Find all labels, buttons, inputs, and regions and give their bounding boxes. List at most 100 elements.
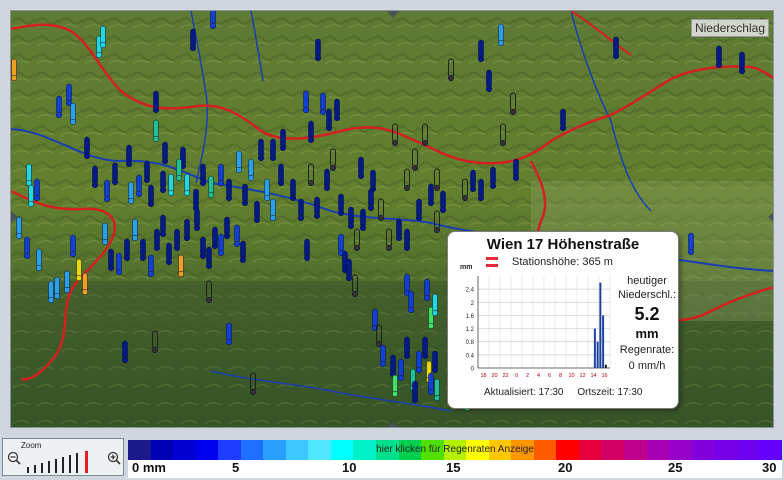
marker-body[interactable] bbox=[193, 188, 199, 208]
station-marker[interactable] bbox=[427, 183, 435, 207]
station-marker[interactable] bbox=[177, 254, 185, 278]
station-marker[interactable] bbox=[403, 228, 411, 252]
marker-body[interactable] bbox=[184, 173, 190, 193]
marker-tip[interactable] bbox=[297, 214, 305, 222]
marker-tip[interactable] bbox=[241, 199, 249, 207]
marker-tip[interactable] bbox=[497, 39, 505, 47]
marker-body[interactable] bbox=[270, 138, 276, 158]
station-marker[interactable] bbox=[279, 128, 287, 152]
marker-tip[interactable] bbox=[427, 199, 435, 207]
marker-tip[interactable] bbox=[257, 154, 265, 162]
marker-body[interactable] bbox=[168, 173, 174, 193]
marker-tip[interactable] bbox=[377, 214, 385, 222]
marker-tip[interactable] bbox=[249, 388, 257, 396]
marker-body[interactable] bbox=[148, 254, 154, 274]
marker-body[interactable] bbox=[242, 183, 248, 203]
marker-tip[interactable] bbox=[333, 114, 341, 122]
marker-tip[interactable] bbox=[439, 206, 447, 214]
station-marker[interactable] bbox=[371, 308, 379, 332]
marker-body[interactable] bbox=[478, 39, 484, 59]
marker-body[interactable] bbox=[36, 248, 42, 268]
marker-tip[interactable] bbox=[111, 178, 119, 186]
marker-tip[interactable] bbox=[431, 309, 439, 317]
marker-tip[interactable] bbox=[347, 222, 355, 230]
station-marker[interactable] bbox=[69, 102, 77, 126]
marker-tip[interactable] bbox=[313, 212, 321, 220]
marker-tip[interactable] bbox=[121, 356, 129, 364]
marker-tip[interactable] bbox=[143, 176, 151, 184]
station-marker[interactable] bbox=[35, 248, 43, 272]
marker-tip[interactable] bbox=[151, 346, 159, 354]
marker-tip[interactable] bbox=[125, 160, 133, 168]
marker-tip[interactable] bbox=[239, 256, 247, 264]
marker-tip[interactable] bbox=[325, 124, 333, 132]
station-marker[interactable] bbox=[233, 224, 241, 248]
marker-body[interactable] bbox=[153, 119, 159, 139]
marker-tip[interactable] bbox=[99, 41, 107, 49]
marker-tip[interactable] bbox=[461, 194, 469, 202]
station-marker[interactable] bbox=[439, 190, 447, 214]
marker-body[interactable] bbox=[314, 196, 320, 216]
marker-tip[interactable] bbox=[33, 194, 41, 202]
marker-body[interactable] bbox=[396, 218, 402, 238]
marker-body[interactable] bbox=[422, 336, 428, 356]
marker-body[interactable] bbox=[334, 98, 340, 118]
station-marker[interactable] bbox=[223, 216, 231, 240]
marker-body[interactable] bbox=[34, 178, 40, 198]
marker-tip[interactable] bbox=[433, 184, 441, 192]
marker-tip[interactable] bbox=[91, 181, 99, 189]
marker-body[interactable] bbox=[416, 350, 422, 370]
marker-body[interactable] bbox=[124, 238, 130, 258]
station-marker[interactable] bbox=[512, 158, 520, 182]
marker-tip[interactable] bbox=[69, 250, 77, 258]
zoom-in-icon[interactable] bbox=[107, 451, 121, 465]
station-marker[interactable] bbox=[209, 11, 217, 30]
marker-tip[interactable] bbox=[427, 388, 435, 396]
station-marker[interactable] bbox=[99, 25, 107, 49]
marker-body[interactable] bbox=[108, 248, 114, 268]
marker-body[interactable] bbox=[613, 36, 619, 56]
marker-body[interactable] bbox=[70, 234, 76, 254]
station-marker[interactable] bbox=[65, 83, 73, 107]
marker-tip[interactable] bbox=[421, 139, 429, 147]
marker-tip[interactable] bbox=[159, 230, 167, 238]
marker-body[interactable] bbox=[716, 45, 722, 65]
station-marker[interactable] bbox=[131, 218, 139, 242]
marker-tip[interactable] bbox=[193, 224, 201, 232]
station-marker[interactable] bbox=[33, 178, 41, 202]
marker-body[interactable] bbox=[153, 90, 159, 110]
marker-body[interactable] bbox=[162, 141, 168, 161]
station-marker[interactable] bbox=[257, 138, 265, 162]
station-marker[interactable] bbox=[167, 173, 175, 197]
marker-tip[interactable] bbox=[269, 214, 277, 222]
marker-tip[interactable] bbox=[391, 139, 399, 147]
station-marker[interactable] bbox=[477, 39, 485, 63]
marker-body[interactable] bbox=[434, 378, 440, 398]
marker-tip[interactable] bbox=[147, 200, 155, 208]
station-marker[interactable] bbox=[239, 240, 247, 264]
marker-body[interactable] bbox=[224, 216, 230, 236]
marker-tip[interactable] bbox=[63, 286, 71, 294]
marker-body[interactable] bbox=[428, 372, 434, 392]
marker-tip[interactable] bbox=[152, 135, 160, 143]
marker-tip[interactable] bbox=[177, 270, 185, 278]
marker-body[interactable] bbox=[208, 175, 214, 195]
marker-tip[interactable] bbox=[415, 214, 423, 222]
station-marker[interactable] bbox=[395, 218, 403, 242]
marker-body[interactable] bbox=[226, 178, 232, 198]
marker-tip[interactable] bbox=[217, 179, 225, 187]
station-marker[interactable] bbox=[241, 183, 249, 207]
marker-body[interactable] bbox=[498, 23, 504, 43]
station-marker[interactable] bbox=[139, 238, 147, 262]
marker-body[interactable] bbox=[264, 178, 270, 198]
station-marker[interactable] bbox=[127, 181, 135, 205]
marker-body[interactable] bbox=[218, 233, 224, 253]
marker-body[interactable] bbox=[348, 206, 354, 226]
station-marker[interactable] bbox=[207, 175, 215, 199]
marker-body[interactable] bbox=[368, 188, 374, 208]
marker-tip[interactable] bbox=[403, 244, 411, 252]
station-marker[interactable] bbox=[325, 108, 333, 132]
marker-body[interactable] bbox=[154, 228, 160, 248]
marker-body[interactable] bbox=[254, 200, 260, 220]
station-marker[interactable] bbox=[263, 178, 271, 202]
